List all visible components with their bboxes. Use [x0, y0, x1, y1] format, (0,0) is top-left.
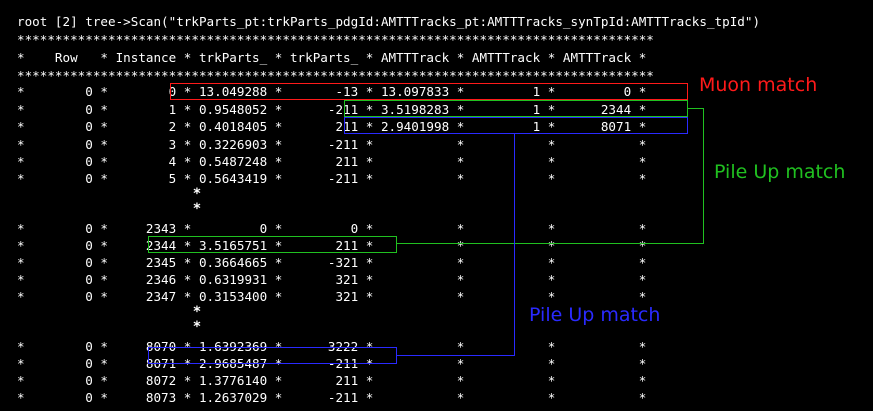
table-row: * 0 * 8073 * 1.2637029 * -211 * * * *	[17, 390, 647, 405]
separator-top: ****************************************…	[17, 32, 654, 47]
muon-highlight-box	[170, 83, 688, 100]
ellipsis-star: *	[192, 319, 202, 335]
table-header: * Row * Instance * trkParts_ * trkParts_…	[17, 50, 647, 65]
ellipsis-star: *	[192, 186, 202, 202]
pileup-blue-target-box	[148, 347, 397, 364]
table-row: * 0 * 4 * 0.5487248 * 211 * * * *	[17, 154, 647, 169]
green-connector-line	[397, 243, 704, 244]
pileup-blue-label: Pile Up match	[529, 304, 661, 326]
command-line: root [2] tree->Scan("trkParts_pt:trkPart…	[17, 14, 761, 29]
ellipsis-star: *	[192, 201, 202, 217]
table-row: * 0 * 2343 * 0 * 0 * * * *	[17, 221, 647, 236]
pileup-blue-source-box	[344, 117, 688, 134]
table-row: * 0 * 2347 * 0.3153400 * 321 * * * *	[17, 289, 647, 304]
table-row: * 0 * 2346 * 0.6319931 * 321 * * * *	[17, 272, 647, 287]
table-row: * 0 * 2345 * 0.3664665 * -321 * * * *	[17, 255, 647, 270]
blue-connector-line	[397, 355, 515, 356]
table-row: * 0 * 8072 * 1.3776140 * 211 * * * *	[17, 373, 647, 388]
table-row: * 0 * 5 * 0.5643419 * -211 * * * *	[17, 171, 647, 186]
green-connector-line	[703, 108, 704, 244]
blue-connector-line	[514, 134, 515, 356]
pileup-green-target-box	[148, 236, 397, 253]
separator-header: ****************************************…	[17, 68, 654, 83]
terminal-window[interactable]: root [2] tree->Scan("trkParts_pt:trkPart…	[0, 0, 873, 411]
pileup-green-label: Pile Up match	[714, 161, 846, 183]
muon-match-label: Muon match	[699, 74, 818, 96]
ellipsis-star: *	[192, 304, 202, 320]
pileup-green-source-box	[344, 100, 688, 117]
table-row: * 0 * 3 * 0.3226903 * -211 * * * *	[17, 137, 647, 152]
green-connector-line	[688, 108, 704, 109]
